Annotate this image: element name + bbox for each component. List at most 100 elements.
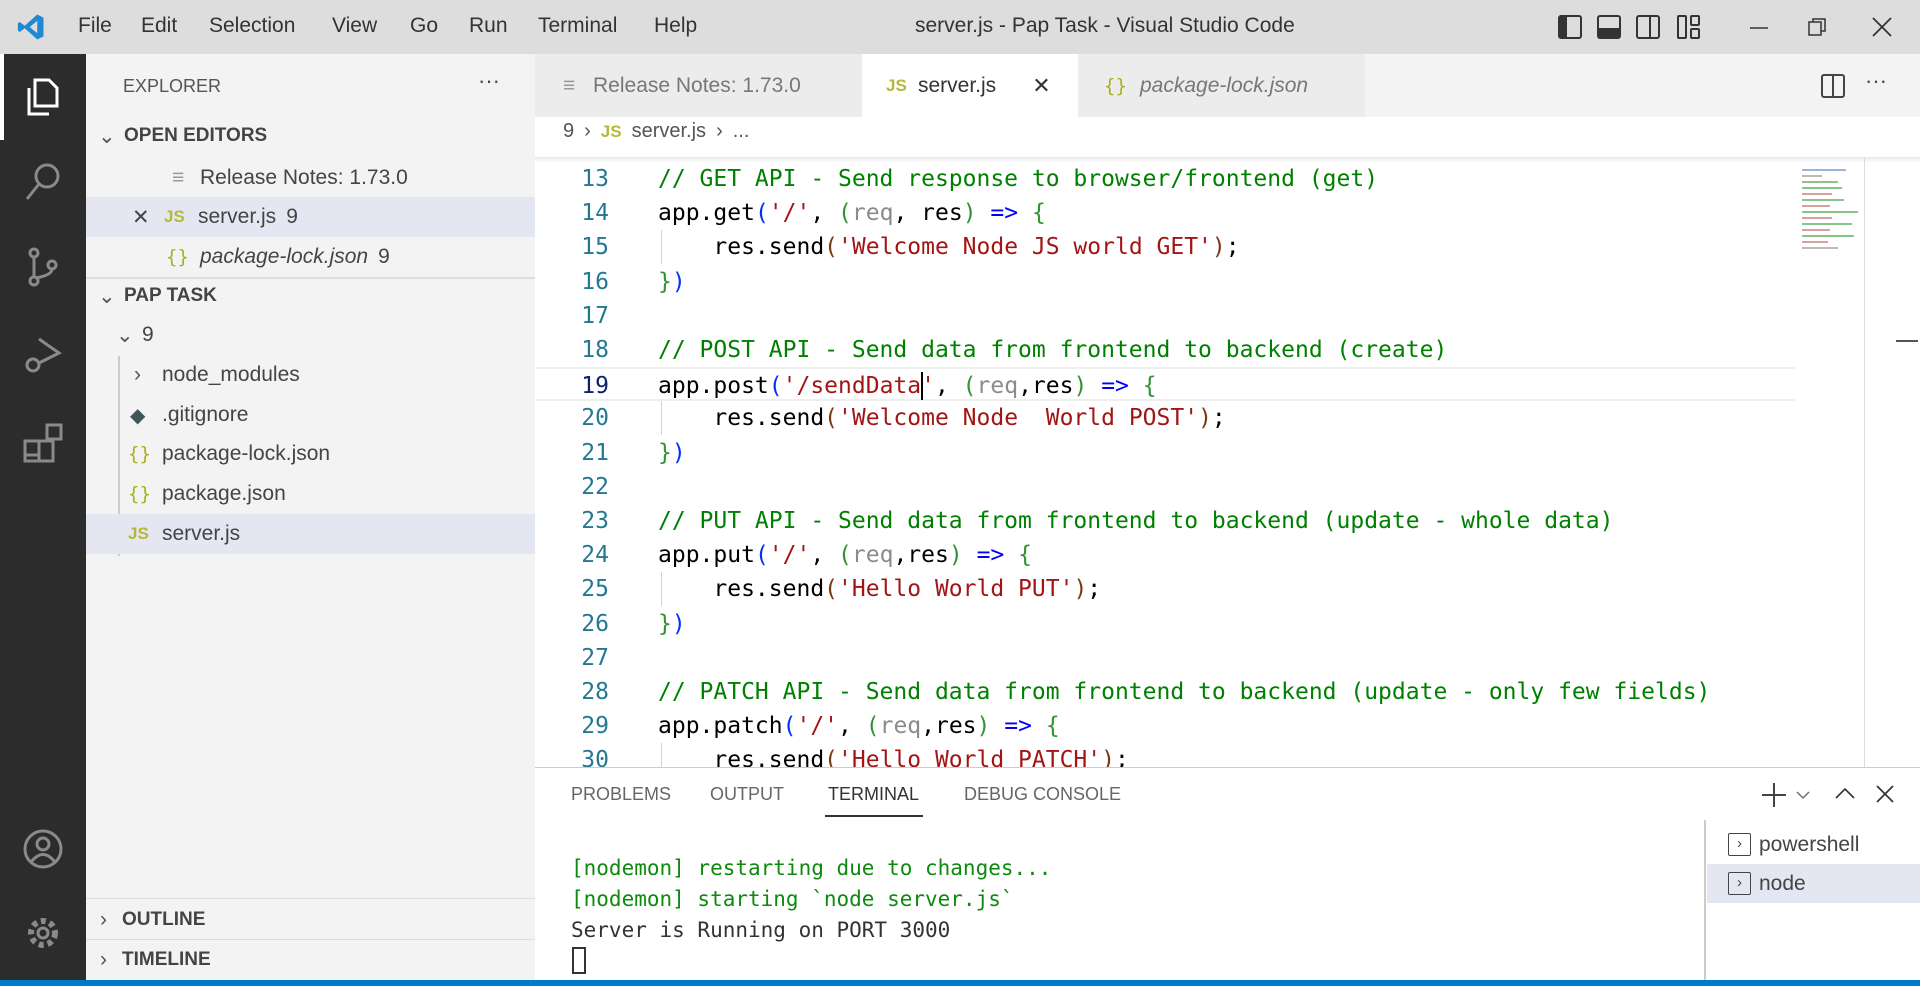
- code-token: (: [768, 373, 783, 400]
- code-token: }: [658, 268, 672, 295]
- code-token: 'Hello World PATCH': [838, 747, 1102, 767]
- code-token: (: [865, 713, 880, 740]
- code-line[interactable]: 18 // POST API - Send data from frontend …: [535, 333, 1795, 367]
- terminal-list-item-node[interactable]: › node: [1707, 864, 1920, 903]
- chevron-right-icon: ›: [584, 120, 591, 142]
- tree-item-node-modules[interactable]: › node_modules: [86, 355, 535, 395]
- code-line[interactable]: 17: [535, 299, 1795, 333]
- code-token: // POST API - Send data from frontend to…: [658, 337, 1448, 363]
- code-line[interactable]: 30 res.send('Hello World PATCH');: [535, 743, 1795, 767]
- chevron-down-icon: ⌄: [116, 323, 134, 347]
- breadcrumb-file[interactable]: server.js: [632, 120, 706, 143]
- timeline-header[interactable]: › TIMELINE: [86, 940, 535, 980]
- maximize-panel-chevron-up-icon[interactable]: [1833, 784, 1857, 804]
- chevron-down-icon[interactable]: [1795, 788, 1811, 802]
- menu-edit[interactable]: Edit: [141, 14, 177, 38]
- breadcrumb-folder[interactable]: 9: [563, 120, 574, 143]
- tree-item-package-lock[interactable]: {} package-lock.json: [86, 434, 535, 474]
- terminal-list-item-powershell[interactable]: › powershell: [1707, 825, 1920, 864]
- code-token: (: [838, 200, 852, 227]
- code-line[interactable]: 29 app.patch('/', (req,res) => {: [535, 709, 1795, 743]
- code-line[interactable]: 28 // PATCH API - Send data from frontend…: [535, 675, 1795, 709]
- close-editor-icon[interactable]: ✕: [132, 205, 164, 230]
- editor-more-actions-icon[interactable]: ···: [1865, 68, 1887, 94]
- tree-item-gitignore[interactable]: ◆ .gitignore: [86, 395, 535, 435]
- explorer-sidebar: EXPLORER ··· ⌄ OPEN EDITORS ≡ Release No…: [86, 54, 535, 980]
- run-debug-icon[interactable]: [0, 320, 86, 390]
- menu-selection[interactable]: Selection: [209, 14, 295, 38]
- chevron-right-icon: ›: [100, 948, 107, 971]
- customize-layout-icon[interactable]: [1676, 14, 1702, 40]
- toggle-primary-sidebar-icon[interactable]: [1557, 14, 1583, 40]
- code-line[interactable]: 14 app.get('/', (req, res) => {: [535, 196, 1795, 230]
- tab-problems[interactable]: PROBLEMS: [571, 784, 671, 805]
- menu-view[interactable]: View: [332, 14, 377, 38]
- workspace-header[interactable]: ⌄ PAP TASK: [86, 276, 535, 316]
- new-terminal-plus-icon[interactable]: [1760, 781, 1788, 809]
- open-editor-server-js[interactable]: ✕ JS server.js 9: [86, 197, 535, 237]
- tab-terminal[interactable]: TERMINAL: [828, 784, 919, 805]
- tab-release-notes[interactable]: ≡ Release Notes: 1.73.0: [535, 54, 862, 117]
- settings-gear-icon[interactable]: [0, 898, 86, 968]
- code-token: res.send: [658, 234, 825, 261]
- tree-item-package-json[interactable]: {} package.json: [86, 474, 535, 514]
- search-icon[interactable]: [0, 146, 86, 216]
- close-window-icon[interactable]: [1870, 15, 1894, 39]
- code-line[interactable]: 21}): [535, 436, 1795, 470]
- toggle-secondary-sidebar-icon[interactable]: [1635, 14, 1661, 40]
- explorer-icon[interactable]: [0, 61, 86, 131]
- split-editor-icon[interactable]: [1820, 73, 1846, 99]
- code-editor[interactable]: 13 // GET API - Send response to browser/…: [535, 157, 1920, 767]
- minimize-icon[interactable]: [1748, 20, 1770, 34]
- js-file-icon: JS: [600, 121, 622, 141]
- accounts-icon[interactable]: [0, 814, 86, 884]
- scrollbar-track[interactable]: [1864, 157, 1865, 767]
- toggle-panel-icon[interactable]: [1596, 14, 1622, 40]
- menu-run[interactable]: Run: [469, 14, 508, 38]
- minimap[interactable]: [1802, 157, 1862, 497]
- code-line[interactable]: 15 res.send('Welcome Node JS world GET')…: [535, 230, 1795, 265]
- code-text: }): [658, 607, 686, 641]
- status-bar: [0, 980, 1920, 986]
- code-line[interactable]: 26}): [535, 607, 1795, 641]
- code-line[interactable]: 13 // GET API - Send response to browser/…: [535, 162, 1795, 196]
- more-actions-icon[interactable]: ···: [478, 68, 500, 94]
- tree-item-server-js[interactable]: JS server.js: [86, 514, 535, 554]
- code-line[interactable]: 22: [535, 470, 1795, 504]
- tab-package-lock[interactable]: {} package-lock.json: [1078, 54, 1365, 117]
- editor-tab-bar: ≡ Release Notes: 1.73.0 JS server.js ✕ {…: [535, 54, 1920, 117]
- code-line[interactable]: 20 res.send('Welcome Node World POST');: [535, 401, 1795, 436]
- code-line[interactable]: 16}): [535, 265, 1795, 299]
- code-line[interactable]: 19 app.post('/sendData', (req,res) => {: [535, 367, 1795, 402]
- menu-file[interactable]: File: [78, 14, 112, 38]
- code-text: res.send('Hello World PATCH');: [658, 743, 1128, 767]
- menu-terminal[interactable]: Terminal: [538, 14, 617, 38]
- menu-go[interactable]: Go: [410, 14, 438, 38]
- code-token: ): [671, 610, 686, 637]
- open-editors-header[interactable]: ⌄ OPEN EDITORS: [86, 116, 535, 156]
- close-tab-icon[interactable]: ✕: [1032, 73, 1050, 99]
- code-line[interactable]: 23 // PUT API - Send data from frontend t…: [535, 504, 1795, 538]
- restore-icon[interactable]: [1806, 16, 1828, 38]
- code-token: ): [1073, 576, 1088, 603]
- open-editor-package-lock[interactable]: {} package-lock.json 9: [86, 237, 535, 277]
- tab-debug-console[interactable]: DEBUG CONSOLE: [964, 784, 1121, 805]
- close-panel-icon[interactable]: [1873, 782, 1897, 806]
- extensions-icon[interactable]: [0, 408, 86, 478]
- tab-output[interactable]: OUTPUT: [710, 784, 784, 805]
- outline-header[interactable]: › OUTLINE: [86, 900, 535, 940]
- code-token: ): [948, 542, 963, 569]
- tab-server-js[interactable]: JS server.js ✕: [862, 54, 1078, 117]
- menu-help[interactable]: Help: [654, 14, 697, 38]
- source-control-icon[interactable]: [0, 232, 86, 302]
- open-editor-release-notes[interactable]: ≡ Release Notes: 1.73.0: [86, 158, 535, 198]
- folder-9[interactable]: ⌄ 9: [86, 315, 535, 355]
- code-line[interactable]: 25 res.send('Hello World PUT');: [535, 572, 1795, 607]
- code-line[interactable]: 27: [535, 641, 1795, 675]
- code-token: }: [658, 610, 672, 637]
- breadcrumb-symbols[interactable]: ...: [733, 120, 750, 143]
- code-line[interactable]: 24 app.put('/', (req,res) => {: [535, 538, 1795, 572]
